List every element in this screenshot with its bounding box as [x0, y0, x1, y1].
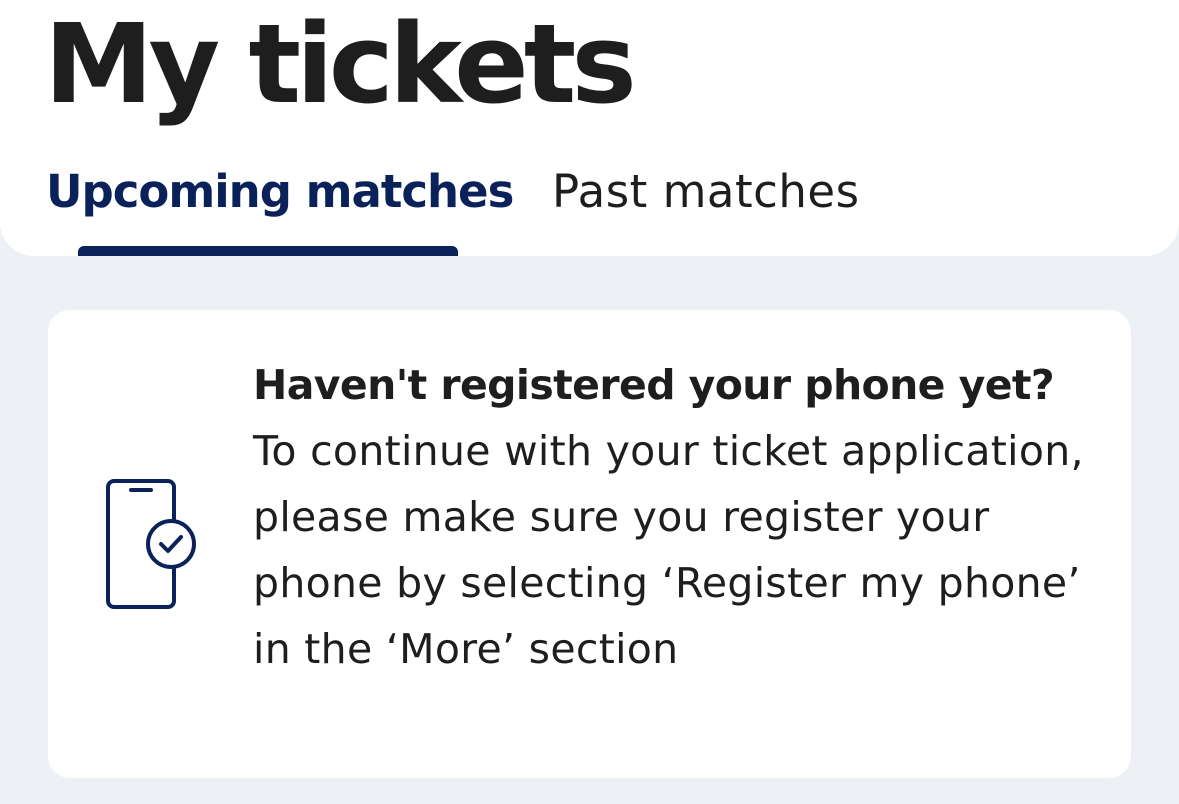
- tab-past-matches[interactable]: Past matches: [552, 164, 860, 220]
- notice-body: To continue with your ticket application…: [253, 427, 1084, 673]
- notice-title: Haven't registered your phone yet?: [253, 361, 1055, 409]
- page-title: My tickets: [44, 0, 637, 128]
- phone-check-icon: [106, 479, 196, 609]
- active-tab-indicator: [78, 246, 458, 256]
- notice-text: Haven't registered your phone yet? To co…: [253, 352, 1113, 682]
- header: My tickets Upcoming matches Past matches: [0, 0, 1179, 256]
- tab-upcoming-matches[interactable]: Upcoming matches: [46, 164, 514, 220]
